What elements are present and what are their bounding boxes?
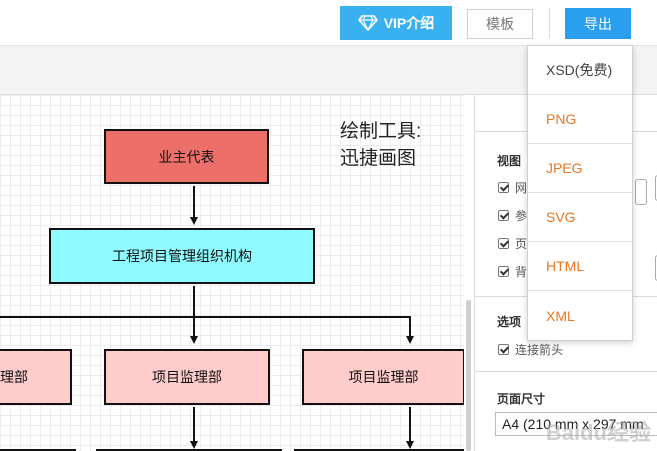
view-option-background[interactable]: 背 (498, 263, 527, 280)
canvas-scrollbar[interactable] (466, 300, 471, 451)
diamond-icon (357, 15, 378, 31)
export-button[interactable]: 导出 (565, 8, 631, 39)
export-item-jpeg[interactable]: JPEG (528, 144, 632, 193)
panel-divider (475, 371, 657, 372)
node-dept-right-label: 项目监理部 (348, 369, 419, 385)
view-section-title: 视图 (497, 154, 522, 168)
watermark-logo: Baidu经验 (545, 420, 651, 445)
checkbox-checked[interactable] (498, 344, 509, 355)
view-option-label: 背 (515, 265, 528, 279)
annotation-line-2: 迅捷画图 (340, 148, 417, 169)
view-option-page[interactable]: 页 (498, 235, 527, 252)
page-size-section-title: 页面尺寸 (497, 392, 546, 406)
template-label: 模板 (486, 16, 514, 32)
options-section-title: 选项 (497, 315, 522, 329)
view-option-label: 网 (515, 181, 528, 195)
checkbox-checked[interactable] (498, 266, 509, 277)
node-dept-mid-label: 项目监理部 (152, 369, 222, 385)
node-dept-left-label: 理部 (0, 369, 28, 385)
node-dept-left[interactable]: 理部 (0, 349, 72, 405)
grid-size-stepper[interactable] (635, 179, 647, 205)
template-button[interactable]: 模板 (467, 9, 533, 39)
connect-arrows-label: 连接箭头 (515, 343, 564, 357)
export-item-html[interactable]: HTML (528, 242, 632, 291)
vip-label: VIP介绍 (383, 15, 435, 31)
view-option-guides[interactable]: 参 (498, 207, 527, 224)
connector-branch (0, 316, 414, 344)
view-option-label: 参 (515, 209, 528, 223)
annotation-line-1: 绘制工具: (340, 121, 422, 142)
top-bar: VIP介绍 模板 导出 (0, 0, 657, 46)
export-menu: XSD(免费) PNG JPEG SVG HTML XML (527, 45, 633, 341)
option-connect-arrows[interactable]: 连接箭头 (498, 341, 563, 358)
checkbox-checked[interactable] (498, 238, 509, 249)
node-owner-representative[interactable]: 业主代表 (104, 129, 269, 184)
export-item-png[interactable]: PNG (528, 95, 632, 144)
vip-button[interactable]: VIP介绍 (340, 6, 452, 40)
export-item-xsd[interactable]: XSD(免费) (528, 46, 632, 95)
node-owner-label: 业主代表 (158, 148, 215, 165)
node-dept-mid[interactable]: 项目监理部 (104, 349, 270, 405)
view-option-label: 页 (515, 237, 528, 251)
view-option-grid[interactable]: 网 (498, 179, 527, 196)
checkbox-checked[interactable] (498, 210, 509, 221)
export-label: 导出 (584, 15, 612, 32)
export-item-xml[interactable]: XML (528, 291, 632, 340)
annotation-text: 绘制工具: 迅捷画图 (340, 118, 421, 172)
export-item-svg[interactable]: SVG (528, 193, 632, 242)
checkbox-checked[interactable] (498, 182, 509, 193)
toolbar-divider (549, 8, 550, 38)
node-org-label: 工程项目管理组织机构 (112, 248, 252, 264)
node-dept-right[interactable]: 项目监理部 (302, 349, 464, 405)
node-project-org[interactable]: 工程项目管理组织机构 (49, 228, 315, 284)
